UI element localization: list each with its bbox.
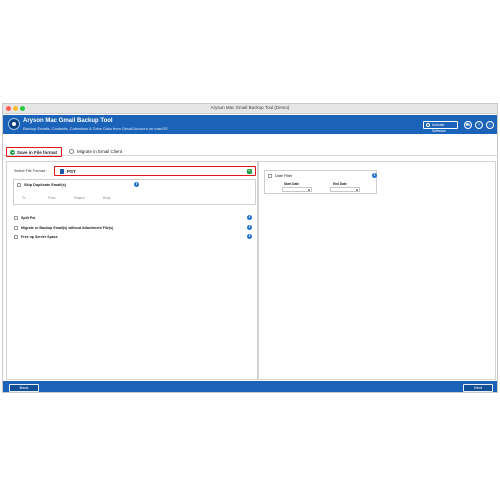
- calendar-icon[interactable]: [307, 188, 310, 192]
- migrate-in-email-client-option[interactable]: Migrate in Email Client: [69, 147, 139, 157]
- save-in-file-format-option[interactable]: Save in File format: [6, 147, 62, 157]
- free-up-space-checkbox[interactable]: [14, 234, 18, 239]
- skip-duplicate-section: Skip Duplicate Email(s) i To From Subjec…: [13, 179, 256, 205]
- skip-duplicate-checkbox[interactable]: [17, 183, 21, 187]
- skip-field-subject[interactable]: Subject: [74, 196, 85, 200]
- save-label: Save in File format: [17, 149, 58, 155]
- end-date-label: End Date: [333, 182, 347, 186]
- start-date-label: Start Date: [284, 182, 300, 186]
- activate-software-button[interactable]: Activate Software: [423, 121, 458, 133]
- app-subtitle: Backup Emails, Contacts, Calendars & Dri…: [23, 126, 168, 131]
- option-free-up-space[interactable]: Free up Server Space i: [14, 234, 257, 240]
- app-title: Aryson Mac Gmail Backup Tool: [23, 118, 113, 124]
- chevron-down-icon[interactable]: [247, 168, 252, 174]
- help-icon[interactable]: ?: [475, 121, 483, 129]
- skip-duplicate-label: Skip Duplicate Email(s): [24, 183, 66, 187]
- end-date-input[interactable]: [330, 187, 360, 192]
- migrate-radio[interactable]: [69, 148, 74, 154]
- option-label: Split Pst: [21, 215, 36, 220]
- back-button[interactable]: Back: [9, 383, 39, 392]
- info-icon[interactable]: i: [247, 234, 252, 239]
- mode-selector: Save in File format Migrate in Email Cli…: [3, 144, 497, 157]
- option-split-pst[interactable]: Split Pst i: [14, 215, 257, 221]
- left-options-panel: Select File Format : PST Skip Duplicate …: [6, 161, 257, 380]
- date-filter-checkbox[interactable]: [268, 174, 272, 178]
- start-date-input[interactable]: [282, 187, 312, 192]
- save-radio[interactable]: [10, 149, 15, 155]
- without-attachment-checkbox[interactable]: [14, 225, 18, 230]
- window-title: Aryson Mac Gmail Backup Tool (Demo): [210, 105, 290, 110]
- date-filter-section: Date Filter i Start Date End Date: [264, 170, 377, 194]
- calendar-icon[interactable]: [355, 188, 358, 192]
- pst-file-icon: [60, 168, 64, 174]
- option-without-attachment[interactable]: Migrate or Backup Email(s) without Attac…: [14, 225, 257, 231]
- app-window: Aryson Mac Gmail Backup Tool (Demo) Arys…: [2, 103, 498, 393]
- skip-field-to[interactable]: To: [22, 196, 25, 200]
- info-icon[interactable]: i: [247, 225, 252, 230]
- info-icon[interactable]: i: [486, 121, 494, 129]
- split-pst-checkbox[interactable]: [14, 215, 18, 220]
- option-label: Free up Server Space: [21, 234, 58, 239]
- select-file-format-label: Select File Format :: [14, 169, 47, 173]
- app-logo-icon: [8, 118, 20, 130]
- option-label: Migrate or Backup Email(s) without Attac…: [21, 225, 114, 230]
- date-filter-label: Date Filter: [275, 174, 293, 178]
- activate-label: Activate Software: [432, 123, 446, 133]
- skip-field-from[interactable]: From: [48, 196, 55, 200]
- cart-icon[interactable]: ⛟: [464, 121, 472, 129]
- info-icon[interactable]: i: [134, 182, 139, 187]
- file-format-select[interactable]: PST: [54, 166, 256, 176]
- file-format-value: PST: [67, 168, 76, 174]
- info-icon[interactable]: i: [372, 173, 377, 178]
- title-bar: Aryson Mac Gmail Backup Tool (Demo): [3, 104, 497, 114]
- migrate-label: Migrate in Email Client: [77, 148, 123, 154]
- footer-bar: Back Next: [3, 381, 497, 392]
- info-icon[interactable]: i: [247, 215, 252, 220]
- app-header: Aryson Mac Gmail Backup Tool Backup Emai…: [3, 115, 497, 134]
- skip-field-body[interactable]: Body: [103, 196, 110, 200]
- next-button[interactable]: Next: [463, 383, 493, 392]
- key-icon: [426, 123, 430, 127]
- right-filter-panel: Date Filter i Start Date End Date: [258, 161, 496, 380]
